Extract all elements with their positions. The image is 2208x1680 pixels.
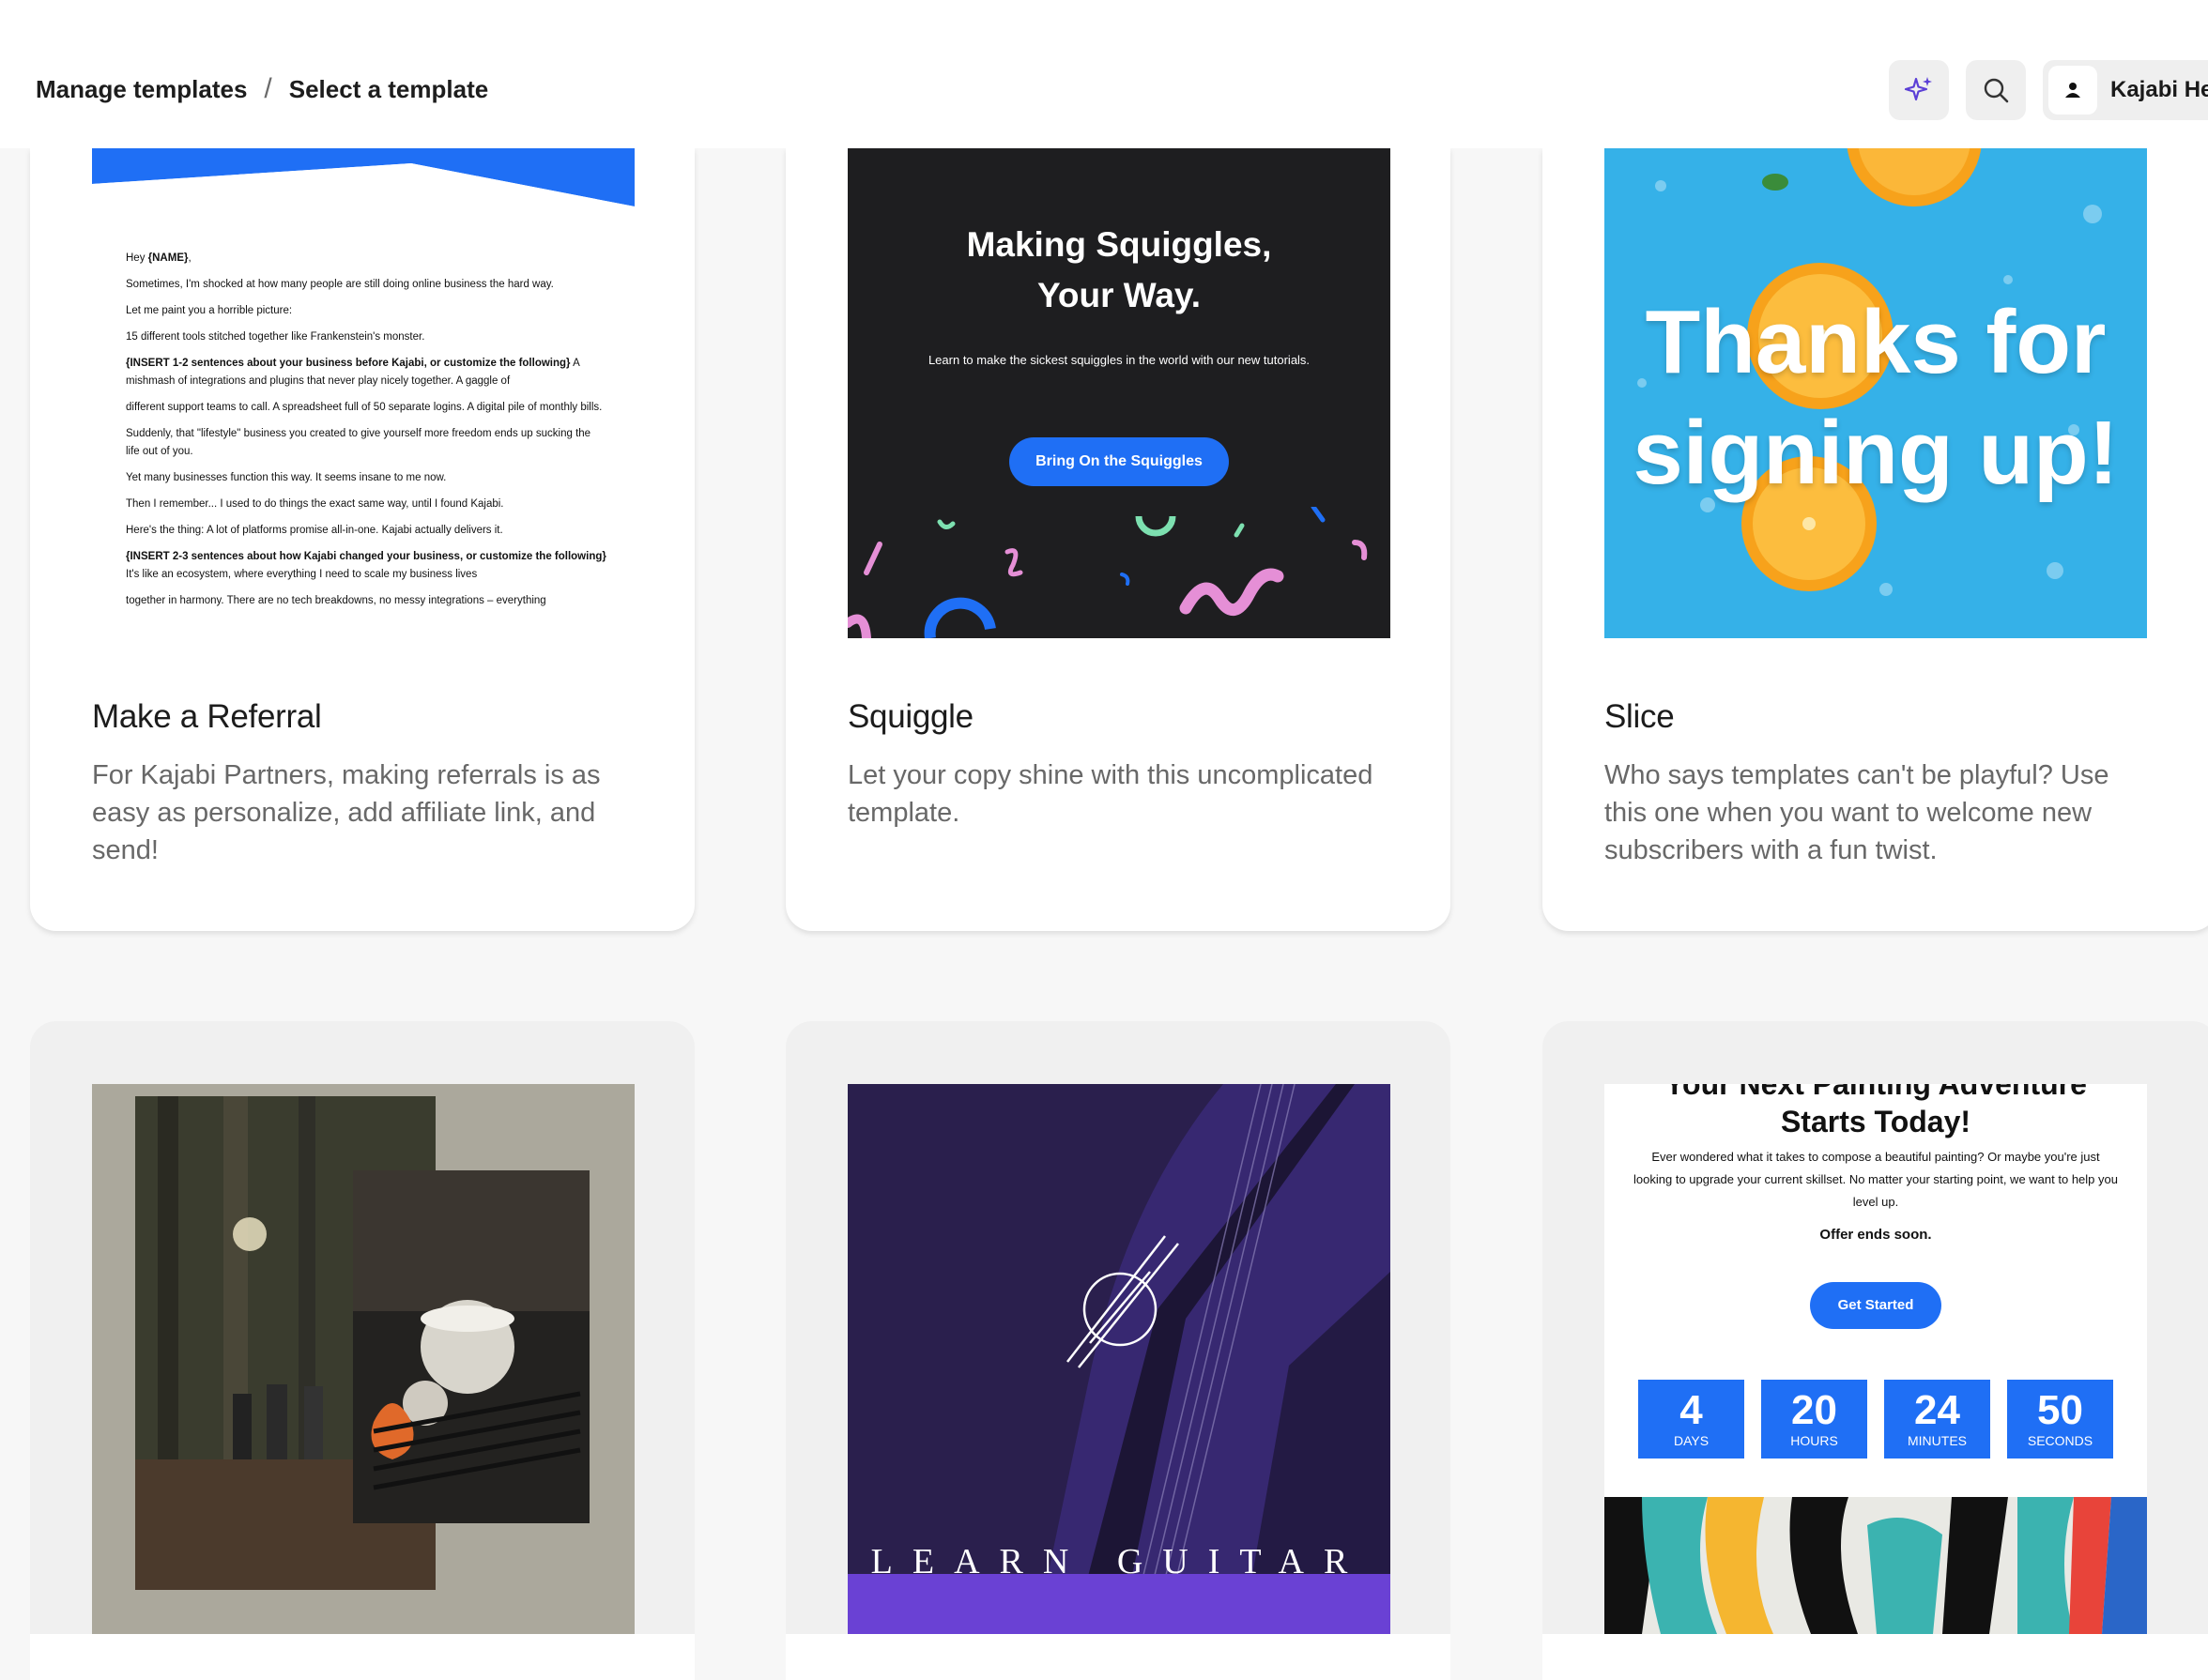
squiggle-cta-button: Bring On the Squiggles [1009,437,1229,486]
card-footer [30,1634,695,1680]
template-grid: Hey {NAME}, Sometimes, I'm shocked at ho… [0,0,2208,1680]
template-preview-camping[interactable] [92,1084,635,1634]
painting-cta-button: Get Started [1810,1282,1941,1329]
ai-assistant-button[interactable] [1889,60,1949,120]
squiggle-subtext: Learn to make the sickest squiggles in t… [928,353,1311,367]
breadcrumb: Manage templates / Select a template [36,73,488,105]
card-footer [1542,1634,2208,1680]
painting-offer: Offer ends soon. [1819,1227,1932,1243]
template-title: Squiggle [848,698,974,735]
painting-body: Ever wondered what it takes to compose a… [1633,1150,2118,1209]
countdown-hours: 20 HOURS [1761,1380,1867,1459]
top-bar: Manage templates / Select a template Kaj… [0,0,2208,148]
squiggle-heading: Making Squiggles, Your Way. [966,225,1272,314]
template-card-learn-guitar[interactable]: LEARN GUITAR [786,1021,1450,1680]
guitar-banner-band [848,1574,1390,1634]
breadcrumb-separator: / [264,73,272,104]
search-icon [1984,78,2009,103]
template-preview-squiggle[interactable]: Making Squiggles, Your Way. Learn to mak… [848,148,1390,638]
referral-header-banner [92,148,635,223]
breadcrumb-current: Select a template [288,74,489,103]
account-label: Kajabi Hel [2110,77,2208,102]
template-description: Let your copy shine with this uncomplica… [848,760,1373,828]
template-card-squiggle[interactable]: Making Squiggles, Your Way. Learn to mak… [786,148,1450,931]
painting-heading: Your Next Painting Adventure Starts Toda… [1664,1084,2087,1138]
template-description: Who says templates can't be playful? Use… [1604,760,2109,865]
template-preview-referral[interactable]: Hey {NAME}, Sometimes, I'm shocked at ho… [92,148,635,638]
squiggle-decoration [848,507,1368,638]
countdown-minutes: 24 MINUTES [1884,1380,1990,1459]
camping-photo-collage [135,1096,590,1590]
template-preview-slice[interactable]: Thanks for signing up! [1604,148,2147,638]
template-card-slice[interactable]: Thanks for signing up! Slice Who says te… [1542,148,2208,931]
referral-letter-body: Hey {NAME}, Sometimes, I'm shocked at ho… [126,252,606,606]
template-title: Make a Referral [92,698,322,735]
template-title: Slice [1604,698,1675,735]
sparkles-icon [1904,77,1932,101]
countdown-timer: 4 DAYS 20 HOURS 24 MINUTES 50 SECONDS [1638,1380,2113,1459]
user-icon [2065,83,2080,98]
template-preview-painting[interactable]: Your Next Painting Adventure Starts Toda… [1604,1084,2147,1634]
slice-heading: Thanks for signing up! [1633,292,2119,503]
template-card-painting-countdown[interactable]: Your Next Painting Adventure Starts Toda… [1542,1021,2208,1680]
account-menu-button[interactable]: Kajabi Hel [2043,60,2208,120]
countdown-days: 4 DAYS [1638,1380,1744,1459]
template-card-camping[interactable] [30,1021,695,1680]
guitar-banner-text: LEARN GUITAR [870,1542,1368,1581]
card-footer [786,1634,1450,1680]
template-description: For Kajabi Partners, making referrals is… [92,760,601,865]
breadcrumb-manage-templates[interactable]: Manage templates [36,75,247,104]
abstract-pattern-image [1604,1497,2147,1634]
avatar [2048,66,2097,115]
countdown-seconds: 50 SECONDS [2007,1380,2113,1459]
template-preview-guitar[interactable]: LEARN GUITAR [848,1084,1390,1634]
search-button[interactable] [1966,60,2026,120]
template-card-make-a-referral[interactable]: Hey {NAME}, Sometimes, I'm shocked at ho… [30,148,695,931]
